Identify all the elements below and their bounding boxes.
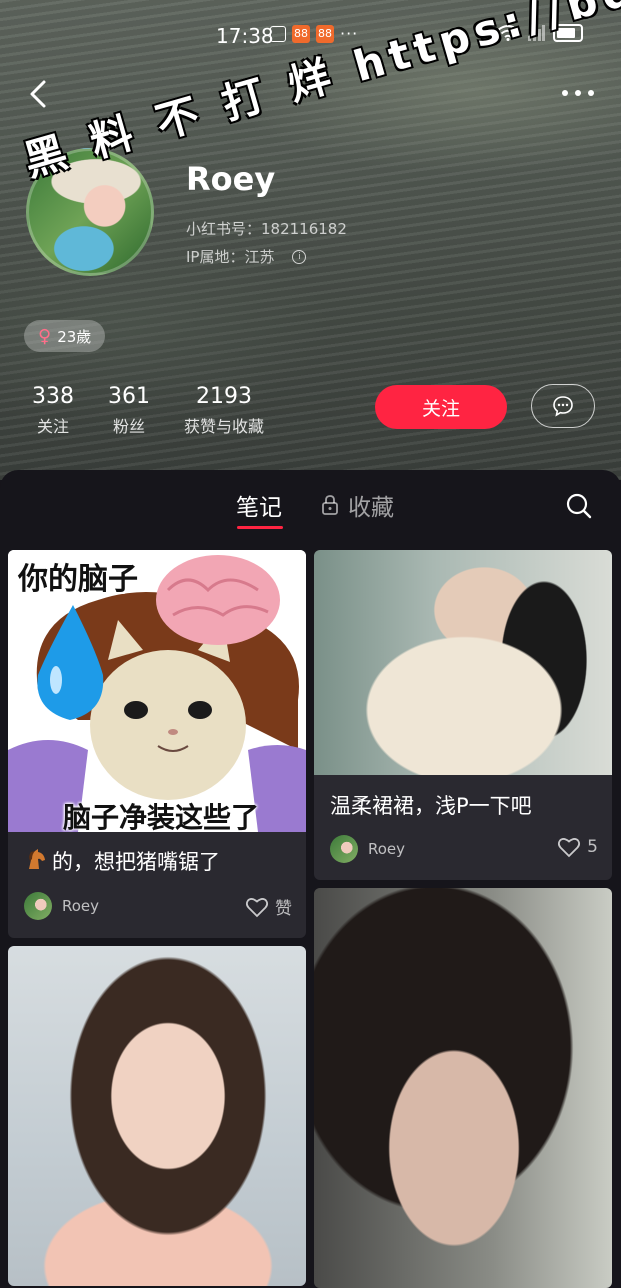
like-count: 5 <box>587 837 598 857</box>
stat-following[interactable]: 338 关注 <box>32 384 74 437</box>
tab-favorites-label: 收藏 <box>348 495 394 521</box>
horse-emoji-icon <box>24 848 48 874</box>
search-button[interactable] <box>565 492 593 524</box>
heart-icon <box>245 897 269 917</box>
follow-button[interactable]: 关注 <box>375 385 507 429</box>
profile-name: Roey <box>186 160 276 198</box>
note-author[interactable]: Roey <box>330 835 405 863</box>
note-cover-image <box>314 888 612 1288</box>
note-cover-image <box>8 946 306 1286</box>
signal-icon <box>528 25 545 41</box>
note-author[interactable]: Roey <box>24 892 99 920</box>
stat-label: 获赞与收藏 <box>184 417 265 436</box>
lock-icon <box>322 495 338 515</box>
back-button[interactable] <box>22 74 56 114</box>
message-button[interactable] <box>531 384 595 428</box>
chat-bubble-icon <box>553 396 573 417</box>
stat-number: 361 <box>108 384 150 409</box>
app-badge-icon: 88 <box>292 24 310 43</box>
more-options-button[interactable] <box>561 80 595 100</box>
note-card[interactable] <box>314 888 612 1288</box>
note-cover-image <box>314 550 612 775</box>
note-card[interactable]: 你的脑子 脑子净装这些了 的，想把猪嘴锯了 Roey 赞 <box>8 550 306 938</box>
note-card[interactable] <box>8 946 306 1286</box>
content-panel: 笔记 收藏 你的脑子 脑子净装这些了 的，想把猪嘴锯了 Roey 赞 温柔裙裙，… <box>0 470 621 1288</box>
stat-label: 粉丝 <box>112 417 145 436</box>
search-icon <box>566 493 592 519</box>
profile-red-id: 小红书号：182116182 <box>186 220 347 238</box>
ip-location-text: IP属地：江苏 <box>186 248 275 266</box>
status-icons-left: 88 88 ··· <box>270 24 358 43</box>
stat-number: 338 <box>32 384 74 409</box>
stat-likes-and-saves[interactable]: 2193 获赞与收藏 <box>184 384 264 437</box>
author-name: Roey <box>368 840 406 858</box>
tab-favorites[interactable]: 收藏 <box>320 488 394 522</box>
notification-icon <box>270 25 286 42</box>
note-card[interactable]: 温柔裙裙，浅P一下吧 Roey 5 <box>314 550 612 880</box>
profile-stats: 338 关注 361 粉丝 2193 获赞与收藏 <box>32 384 298 437</box>
author-name: Roey <box>62 897 100 915</box>
like-button[interactable]: 5 <box>557 836 598 858</box>
author-avatar <box>24 892 52 920</box>
clock: 17:38 <box>216 24 274 48</box>
status-bar: 17:38 88 88 ··· <box>0 20 621 52</box>
more-dots-icon <box>562 90 594 96</box>
profile-ip-location: IP属地：江苏 i <box>186 246 307 267</box>
age-badge: ♀ 23歲 <box>24 320 106 352</box>
note-title: 温柔裙裙，浅P一下吧 <box>330 794 532 818</box>
author-avatar <box>330 835 358 863</box>
status-icons-right <box>497 24 583 42</box>
stat-label: 关注 <box>36 417 69 436</box>
profile-header: 17:38 88 88 ··· Roey 小红书号：182116182 IP属地… <box>0 0 621 480</box>
app-badge-icon: 88 <box>316 24 334 43</box>
heart-icon <box>558 838 581 858</box>
note-title: 的，想把猪嘴锯了 <box>24 846 220 876</box>
info-icon[interactable]: i <box>292 249 307 264</box>
note-cover-image: 你的脑子 脑子净装这些了 <box>8 550 306 832</box>
tab-bar: 笔记 收藏 <box>0 470 621 542</box>
more-notifications-icon: ··· <box>340 24 359 43</box>
stat-followers[interactable]: 361 粉丝 <box>108 384 150 437</box>
profile-avatar[interactable] <box>26 148 154 276</box>
like-count: 赞 <box>275 899 292 919</box>
like-button[interactable]: 赞 <box>245 894 292 919</box>
tab-notes[interactable]: 笔记 <box>236 488 282 522</box>
active-tab-indicator <box>237 526 283 529</box>
female-icon: ♀ <box>38 325 52 347</box>
stat-number: 2193 <box>196 384 252 409</box>
note-title-text: 的，想把猪嘴锯了 <box>52 850 220 874</box>
age-text: 23歲 <box>57 327 92 346</box>
wifi-icon <box>497 25 519 41</box>
chevron-left-icon <box>30 80 46 108</box>
meme-caption-bottom: 脑子净装这些了 <box>63 801 260 832</box>
meme-caption-top: 你的脑子 <box>18 562 138 597</box>
battery-icon <box>553 24 583 42</box>
